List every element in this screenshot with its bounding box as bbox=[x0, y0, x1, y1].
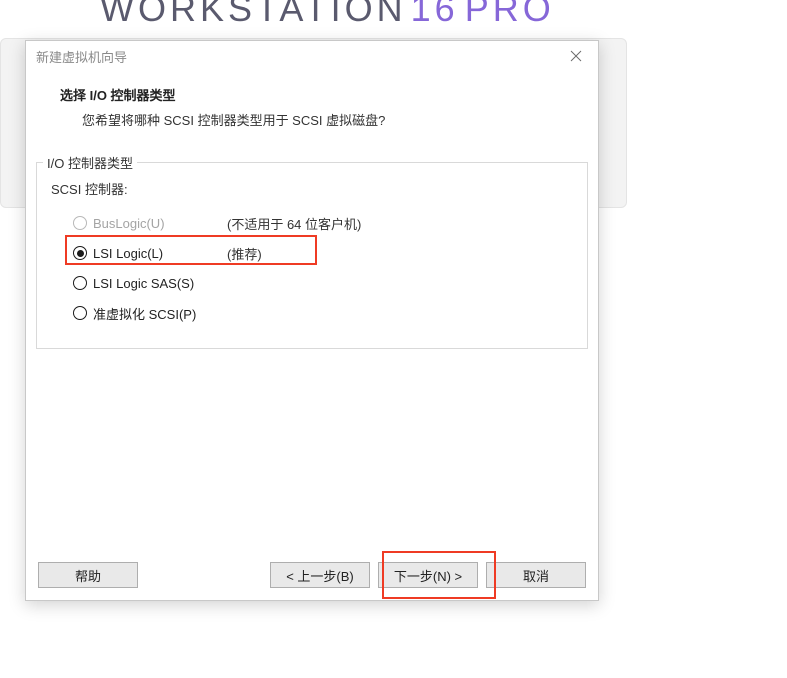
dialog-titlebar: 新建虚拟机向导 bbox=[26, 41, 598, 71]
wizard-button-bar: 帮助 < 上一步(B) 下一步(N) > 取消 bbox=[26, 551, 598, 600]
radio-icon bbox=[73, 276, 87, 290]
radio-note: (不适用于 64 位客户机) bbox=[227, 214, 361, 233]
radio-label: BusLogic(U) bbox=[93, 216, 205, 231]
close-button[interactable] bbox=[562, 45, 590, 67]
radio-paravirtual[interactable]: 准虚拟化 SCSI(P) bbox=[51, 298, 573, 328]
wizard-subheading: 您希望将哪种 SCSI 控制器类型用于 SCSI 虚拟磁盘? bbox=[82, 110, 578, 129]
radio-lsilogic[interactable]: LSI Logic(L) (推荐) bbox=[51, 238, 573, 268]
help-button[interactable]: 帮助 bbox=[38, 562, 138, 588]
cancel-button[interactable]: 取消 bbox=[486, 562, 586, 588]
wizard-dialog: 新建虚拟机向导 选择 I/O 控制器类型 您希望将哪种 SCSI 控制器类型用于… bbox=[25, 40, 599, 601]
radio-buslogic: BusLogic(U) (不适用于 64 位客户机) bbox=[51, 208, 573, 238]
radio-note: (推荐) bbox=[227, 244, 262, 263]
dialog-title: 新建虚拟机向导 bbox=[36, 47, 127, 66]
wizard-heading: 选择 I/O 控制器类型 bbox=[60, 85, 578, 104]
next-button[interactable]: 下一步(N) > bbox=[378, 562, 478, 588]
radio-label: 准虚拟化 SCSI(P) bbox=[93, 304, 205, 323]
close-icon bbox=[570, 50, 582, 62]
radio-icon bbox=[73, 246, 87, 260]
brand-logo: WORKSTATION16PRO bbox=[100, 0, 555, 30]
group-legend: I/O 控制器类型 bbox=[43, 153, 137, 172]
radio-lsilogic-sas[interactable]: LSI Logic SAS(S) bbox=[51, 268, 573, 298]
radio-label: LSI Logic(L) bbox=[93, 246, 205, 261]
wizard-header: 选择 I/O 控制器类型 您希望将哪种 SCSI 控制器类型用于 SCSI 虚拟… bbox=[26, 71, 598, 148]
radio-icon bbox=[73, 216, 87, 230]
wizard-content: I/O 控制器类型 SCSI 控制器: BusLogic(U) (不适用于 64… bbox=[26, 148, 598, 551]
io-controller-group: I/O 控制器类型 SCSI 控制器: BusLogic(U) (不适用于 64… bbox=[36, 162, 588, 349]
radio-label: LSI Logic SAS(S) bbox=[93, 276, 205, 291]
radio-icon bbox=[73, 306, 87, 320]
scsi-controller-label: SCSI 控制器: bbox=[51, 179, 573, 198]
back-button[interactable]: < 上一步(B) bbox=[270, 562, 370, 588]
